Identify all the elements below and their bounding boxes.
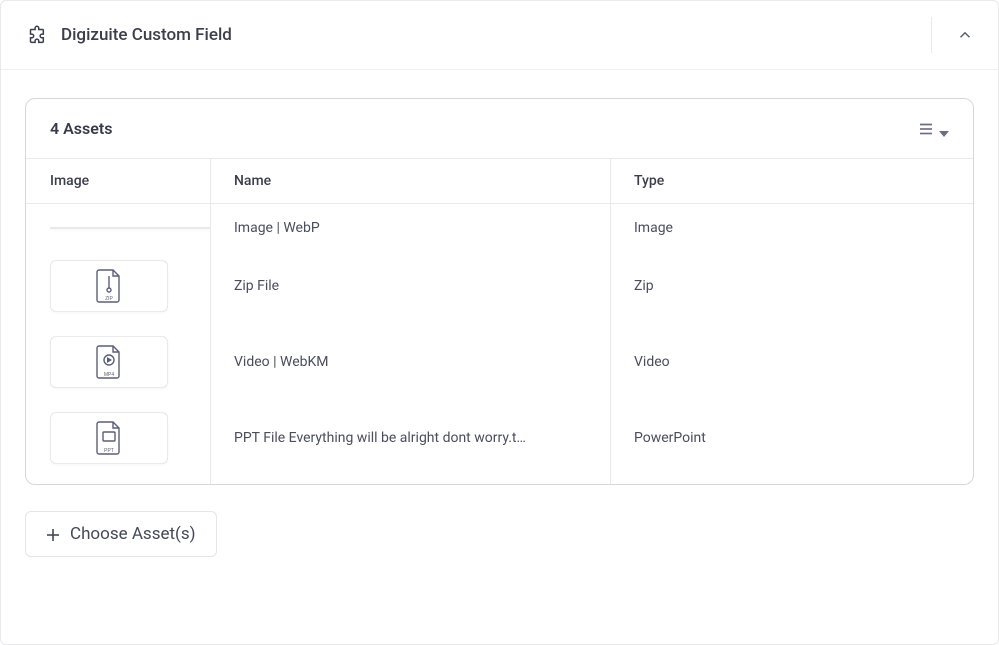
column-header-type: Type — [610, 173, 949, 189]
custom-field-panel: Digizuite Custom Field 4 Assets — [0, 0, 999, 645]
column-divider — [210, 159, 211, 484]
asset-type: PowerPoint — [610, 430, 949, 446]
plus-icon — [46, 527, 60, 541]
assets-table: Image Name Type Image | WebP Image — [26, 159, 973, 484]
list-icon — [917, 120, 935, 138]
asset-name: Zip File — [210, 278, 610, 294]
thumbnail-cell — [50, 227, 210, 229]
ppt-file-icon: PPT — [95, 420, 123, 456]
mp4-thumbnail: MP4 — [50, 336, 168, 388]
svg-text:ZIP: ZIP — [105, 296, 113, 302]
assets-card: 4 Assets — [25, 98, 974, 485]
caret-down-icon — [939, 124, 949, 134]
table-row[interactable]: Image | WebP Image — [26, 208, 973, 248]
svg-text:MP4: MP4 — [104, 372, 115, 378]
header-divider — [931, 17, 932, 53]
view-toggle[interactable] — [917, 120, 949, 138]
thumbnail-cell: MP4 — [50, 336, 210, 388]
table-row[interactable]: ZIP Zip File Zip — [26, 248, 973, 324]
column-header-name: Name — [210, 173, 610, 189]
asset-name: PPT File Everything will be alright dont… — [210, 430, 610, 446]
thumbnail-cell: PPT — [50, 412, 210, 464]
chevron-up-icon[interactable] — [956, 26, 974, 44]
ppt-thumbnail: PPT — [50, 412, 168, 464]
column-header-image: Image — [50, 173, 210, 189]
table-row[interactable]: MP4 Video | WebKM Video — [26, 324, 973, 400]
panel-title: Digizuite Custom Field — [61, 25, 931, 45]
table-row[interactable]: PPT PPT File Everything will be alright … — [26, 400, 973, 476]
photo-thumbnail — [50, 227, 210, 229]
table-header: Image Name Type — [26, 159, 973, 204]
assets-count: 4 Assets — [50, 119, 112, 138]
assets-header: 4 Assets — [26, 99, 973, 159]
zip-thumbnail: ZIP — [50, 260, 168, 312]
zip-file-icon: ZIP — [95, 268, 123, 304]
choose-assets-button[interactable]: Choose Asset(s) — [25, 511, 217, 557]
thumbnail-cell: ZIP — [50, 260, 210, 312]
extension-icon — [25, 24, 47, 46]
asset-type: Video — [610, 354, 949, 370]
choose-assets-label: Choose Asset(s) — [70, 524, 196, 544]
mp4-file-icon: MP4 — [95, 344, 123, 380]
asset-name: Video | WebKM — [210, 354, 610, 370]
table-body: Image | WebP Image — [26, 204, 973, 484]
asset-type: Zip — [610, 278, 949, 294]
panel-header[interactable]: Digizuite Custom Field — [1, 1, 998, 70]
panel-body: 4 Assets — [1, 70, 998, 581]
svg-text:PPT: PPT — [104, 448, 114, 454]
asset-name: Image | WebP — [210, 220, 610, 236]
asset-type: Image — [610, 220, 949, 236]
column-divider — [610, 159, 611, 484]
